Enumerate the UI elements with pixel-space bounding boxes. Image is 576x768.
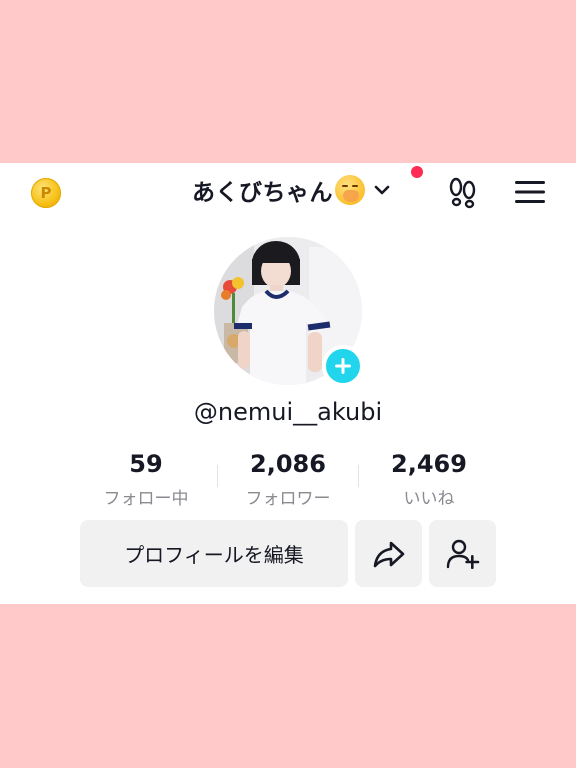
notification-dot (411, 166, 423, 178)
edit-profile-button[interactable]: プロフィールを編集 (80, 520, 348, 587)
following-label: フォロー中 (103, 489, 189, 509)
share-profile-button[interactable] (355, 520, 422, 587)
yawning-face-emoji-icon (335, 175, 365, 205)
likes-label: いいね (403, 489, 455, 509)
likes-stat[interactable]: 2,469 いいね (359, 450, 499, 509)
following-count: 59 (129, 450, 163, 478)
plus-icon (335, 358, 351, 374)
points-coin-icon[interactable]: P (31, 178, 61, 208)
add-story-button[interactable] (322, 345, 364, 387)
display-name: あくびちゃん (192, 180, 333, 206)
footprints-icon[interactable] (445, 175, 481, 209)
add-user-icon (446, 539, 479, 569)
likes-count: 2,469 (391, 450, 467, 478)
following-stat[interactable]: 59 フォロー中 (76, 450, 216, 509)
followers-label: フォロワー (245, 489, 331, 509)
share-arrow-icon (373, 541, 404, 567)
username: @nemui__akubi (193, 398, 383, 426)
followers-stat[interactable]: 2,086 フォロワー (218, 450, 358, 509)
add-friend-button[interactable] (429, 520, 496, 587)
account-switcher[interactable]: あくびちゃん (192, 171, 393, 209)
hamburger-menu-icon[interactable] (513, 178, 547, 206)
followers-count: 2,086 (250, 450, 326, 478)
chevron-down-icon (374, 185, 390, 195)
